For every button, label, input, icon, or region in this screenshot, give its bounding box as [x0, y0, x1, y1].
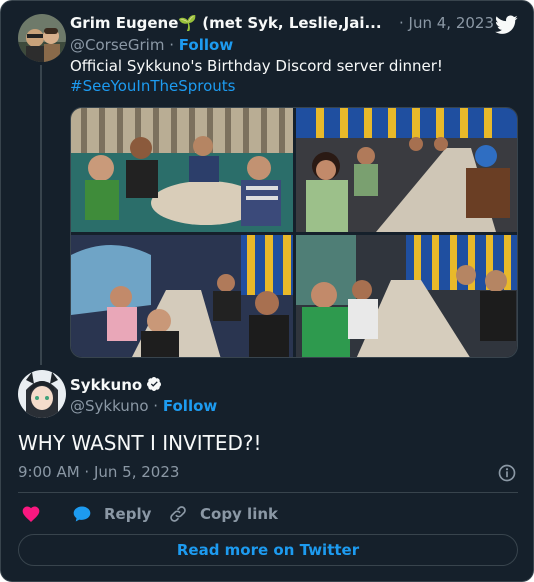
- photo-1[interactable]: [71, 108, 293, 232]
- info-icon[interactable]: [497, 463, 517, 483]
- twitter-bird-icon[interactable]: [495, 15, 518, 35]
- quoted-author-name[interactable]: Grim Eugene🌱 (met Syk, Leslie,Jai...: [70, 14, 382, 32]
- copy-link-button[interactable]: Copy link: [168, 504, 278, 524]
- tweet-author-handle[interactable]: @Sykkuno: [70, 397, 149, 415]
- reply-bubble-icon: [73, 506, 91, 522]
- separator-dot: ·: [169, 36, 174, 54]
- tweet-author-handle-line: @Sykkuno · Follow: [70, 397, 217, 415]
- tweet-text: WHY WASNT I INVITED?!: [18, 431, 262, 455]
- reply-label: Reply: [104, 505, 152, 523]
- verified-badge-icon: [147, 377, 162, 391]
- photo-3[interactable]: [71, 235, 293, 357]
- thread-connector: [40, 65, 42, 365]
- quoted-tweet-date[interactable]: · Jun 4, 2023: [399, 14, 494, 32]
- follow-corsegrim-button[interactable]: Follow: [179, 36, 233, 54]
- quoted-author-handle[interactable]: @CorseGrim: [70, 36, 164, 54]
- photo-4[interactable]: [296, 235, 517, 357]
- separator-dot: ·: [153, 397, 159, 415]
- read-more-button[interactable]: Read more on Twitter: [18, 534, 518, 566]
- quoted-author-handle-line: @CorseGrim · Follow: [70, 36, 233, 54]
- tweet-timestamp[interactable]: 9:00 AM · Jun 5, 2023: [18, 463, 179, 481]
- actions-divider: [18, 492, 518, 493]
- photo-grid: [70, 107, 518, 358]
- avatar-corsegrim[interactable]: [18, 14, 66, 62]
- hashtag-link[interactable]: #SeeYouInTheSprouts: [70, 76, 443, 96]
- quoted-tweet-body: Official Sykkuno's Birthday Discord serv…: [70, 57, 443, 75]
- tweet-embed-card: Grim Eugene🌱 (met Syk, Leslie,Jai... · J…: [0, 0, 534, 582]
- copy-link-label: Copy link: [200, 505, 278, 523]
- avatar-sykkuno[interactable]: [18, 370, 66, 418]
- reply-button[interactable]: Reply: [72, 504, 151, 524]
- heart-icon: [22, 506, 40, 522]
- follow-sykkuno-button[interactable]: Follow: [163, 397, 217, 415]
- photo-2[interactable]: [296, 108, 517, 232]
- link-icon: [170, 506, 186, 522]
- like-button[interactable]: [21, 504, 53, 524]
- tweet-author-name-line: Sykkuno: [70, 376, 162, 394]
- tweet-author-name[interactable]: Sykkuno: [70, 376, 142, 394]
- quoted-tweet-text: Official Sykkuno's Birthday Discord serv…: [70, 56, 443, 96]
